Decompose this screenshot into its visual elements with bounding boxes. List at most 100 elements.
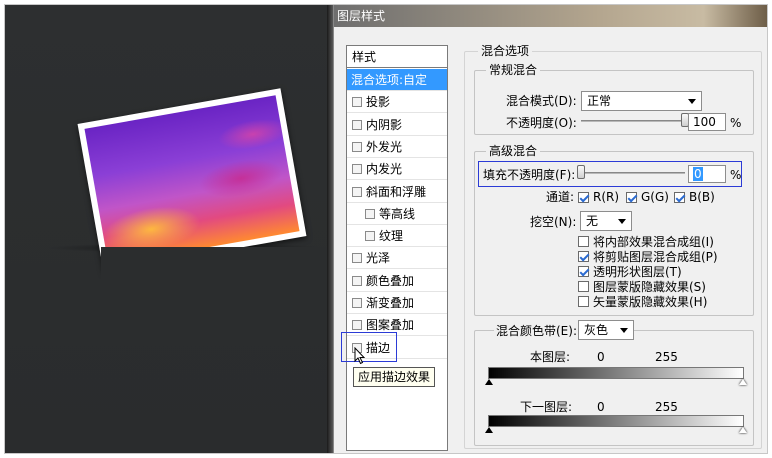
option-checkbox[interactable] [578,266,589,277]
fill-opacity-slider-handle[interactable] [577,165,585,179]
knockout-value: 无 [586,214,599,228]
underlying-black-handle[interactable] [485,427,493,433]
style-checkbox[interactable] [352,119,362,130]
channel-label: B(B) [689,190,715,204]
styles-list: 样式 混合选项:自定投影内阴影外发光内发光斜面和浮雕等高线纹理光泽颜色叠加渐变叠… [346,45,448,451]
style-item-label: 纹理 [379,229,404,244]
this-layer-max: 255 [655,350,678,364]
opacity-slider[interactable] [581,120,685,122]
opacity-label: 不透明度(O): [506,116,577,130]
style-item[interactable]: 混合选项:自定 [347,69,447,91]
style-checkbox[interactable] [352,141,362,152]
knockout-label: 挖空(N): [530,215,577,229]
this-layer-gradient [488,367,744,379]
channel-checkbox[interactable] [674,192,685,203]
option-checkbox[interactable] [578,236,589,247]
fill-opacity-percent: % [730,168,742,182]
fill-opacity-input[interactable]: 0 [688,165,726,183]
style-item-label: 混合选项:自定 [351,73,428,87]
opacity-input[interactable]: 100 [688,113,726,131]
blend-options-title: 混合选项 [478,44,533,58]
style-item[interactable]: 外发光 [347,136,447,158]
style-checkbox[interactable] [352,253,362,264]
style-item-label: 等高线 [379,206,416,221]
style-checkbox[interactable] [352,97,362,108]
style-item[interactable]: 斜面和浮雕 [347,181,447,203]
style-checkbox[interactable] [352,275,362,286]
sunset-image [84,95,300,265]
style-item-label: 斜面和浮雕 [366,184,427,199]
opacity-percent: % [730,116,742,130]
channel-checkbox[interactable] [626,192,637,203]
this-layer-white-handle[interactable] [739,379,747,385]
option-checkbox[interactable] [578,296,589,307]
dialog-title: 图层样式 [337,9,386,23]
advanced-blend-title: 高级混合 [486,144,541,158]
stroke-item-highlight [341,332,397,362]
style-item[interactable]: 纹理 [347,225,447,248]
tooltip: 应用描边效果 [353,367,436,387]
style-item-label: 颜色叠加 [366,273,415,288]
this-layer-min: 0 [597,350,605,364]
mouse-pointer-icon [354,347,366,365]
style-item-label: 外发光 [366,139,403,154]
style-checkbox[interactable] [365,231,375,242]
underlying-layer-min: 0 [597,400,605,414]
chevron-down-icon [620,328,628,333]
underlying-layer-gradient [488,415,744,427]
styles-header: 样式 [347,46,447,68]
opacity-value: 100 [693,115,716,129]
photo-clip-mask [101,247,327,287]
blend-mode-label: 混合模式(D): [506,94,577,108]
style-item[interactable]: 等高线 [347,203,447,225]
style-item-label: 渐变叠加 [366,296,415,310]
style-checkbox[interactable] [352,320,362,331]
blend-if-label: 混合颜色带(E): [494,323,579,339]
option-label: 图层蒙版隐藏效果(S) [593,280,706,294]
underlying-layer-label: 下一图层: [520,400,573,414]
fill-opacity-value: 0 [693,167,703,181]
style-checkbox[interactable] [365,208,375,219]
style-item-label: 光泽 [366,251,391,266]
this-layer-label: 本图层: [530,350,571,364]
option-label: 将内部效果混合成组(I) [593,235,714,249]
underlying-white-handle[interactable] [739,427,747,433]
style-item-label: 内阴影 [366,117,403,132]
chevron-down-icon [618,219,626,224]
option-checkbox[interactable] [578,281,589,292]
blend-if-select[interactable]: 灰色 [578,320,634,340]
style-item[interactable]: 内发光 [347,158,447,181]
channel-checkbox[interactable] [578,192,589,203]
general-blend-title: 常规混合 [486,63,541,77]
screenshot-frame: 图层样式 样式 混合选项:自定投影内阴影外发光内发光斜面和浮雕等高线纹理光泽颜色… [4,4,768,454]
channel-label: R(R) [593,190,620,204]
channels-label: 通道: [546,190,575,204]
blend-if-value: 灰色 [584,323,609,337]
chevron-down-icon [688,99,696,104]
fill-opacity-label: 填充不透明度(F): [483,168,576,182]
this-layer-black-handle[interactable] [485,379,493,385]
blend-mode-select[interactable]: 正常 [581,91,702,111]
style-checkbox[interactable] [352,164,362,175]
underlying-layer-max: 255 [655,400,678,414]
style-item[interactable]: 颜色叠加 [347,270,447,292]
blend-mode-value: 正常 [587,94,612,108]
style-checkbox[interactable] [352,186,362,197]
document-canvas [5,5,327,453]
style-item[interactable]: 投影 [347,91,447,114]
channel-label: G(G) [641,190,669,204]
dialog-titlebar[interactable]: 图层样式 [334,5,767,27]
option-label: 将剪贴图层混合成组(P) [593,250,718,264]
knockout-select[interactable]: 无 [580,211,632,231]
style-item-label: 投影 [366,95,391,110]
blend-if-group [474,330,754,446]
style-item-label: 内发光 [366,162,403,177]
option-label: 透明形状图层(T) [593,265,682,279]
style-item[interactable]: 光泽 [347,247,447,270]
style-item[interactable]: 内阴影 [347,114,447,136]
option-checkbox[interactable] [578,251,589,262]
fill-opacity-slider[interactable] [581,172,685,174]
option-label: 矢量蒙版隐藏效果(H) [593,295,708,309]
style-checkbox[interactable] [352,298,362,308]
style-item[interactable]: 渐变叠加 [347,292,447,314]
